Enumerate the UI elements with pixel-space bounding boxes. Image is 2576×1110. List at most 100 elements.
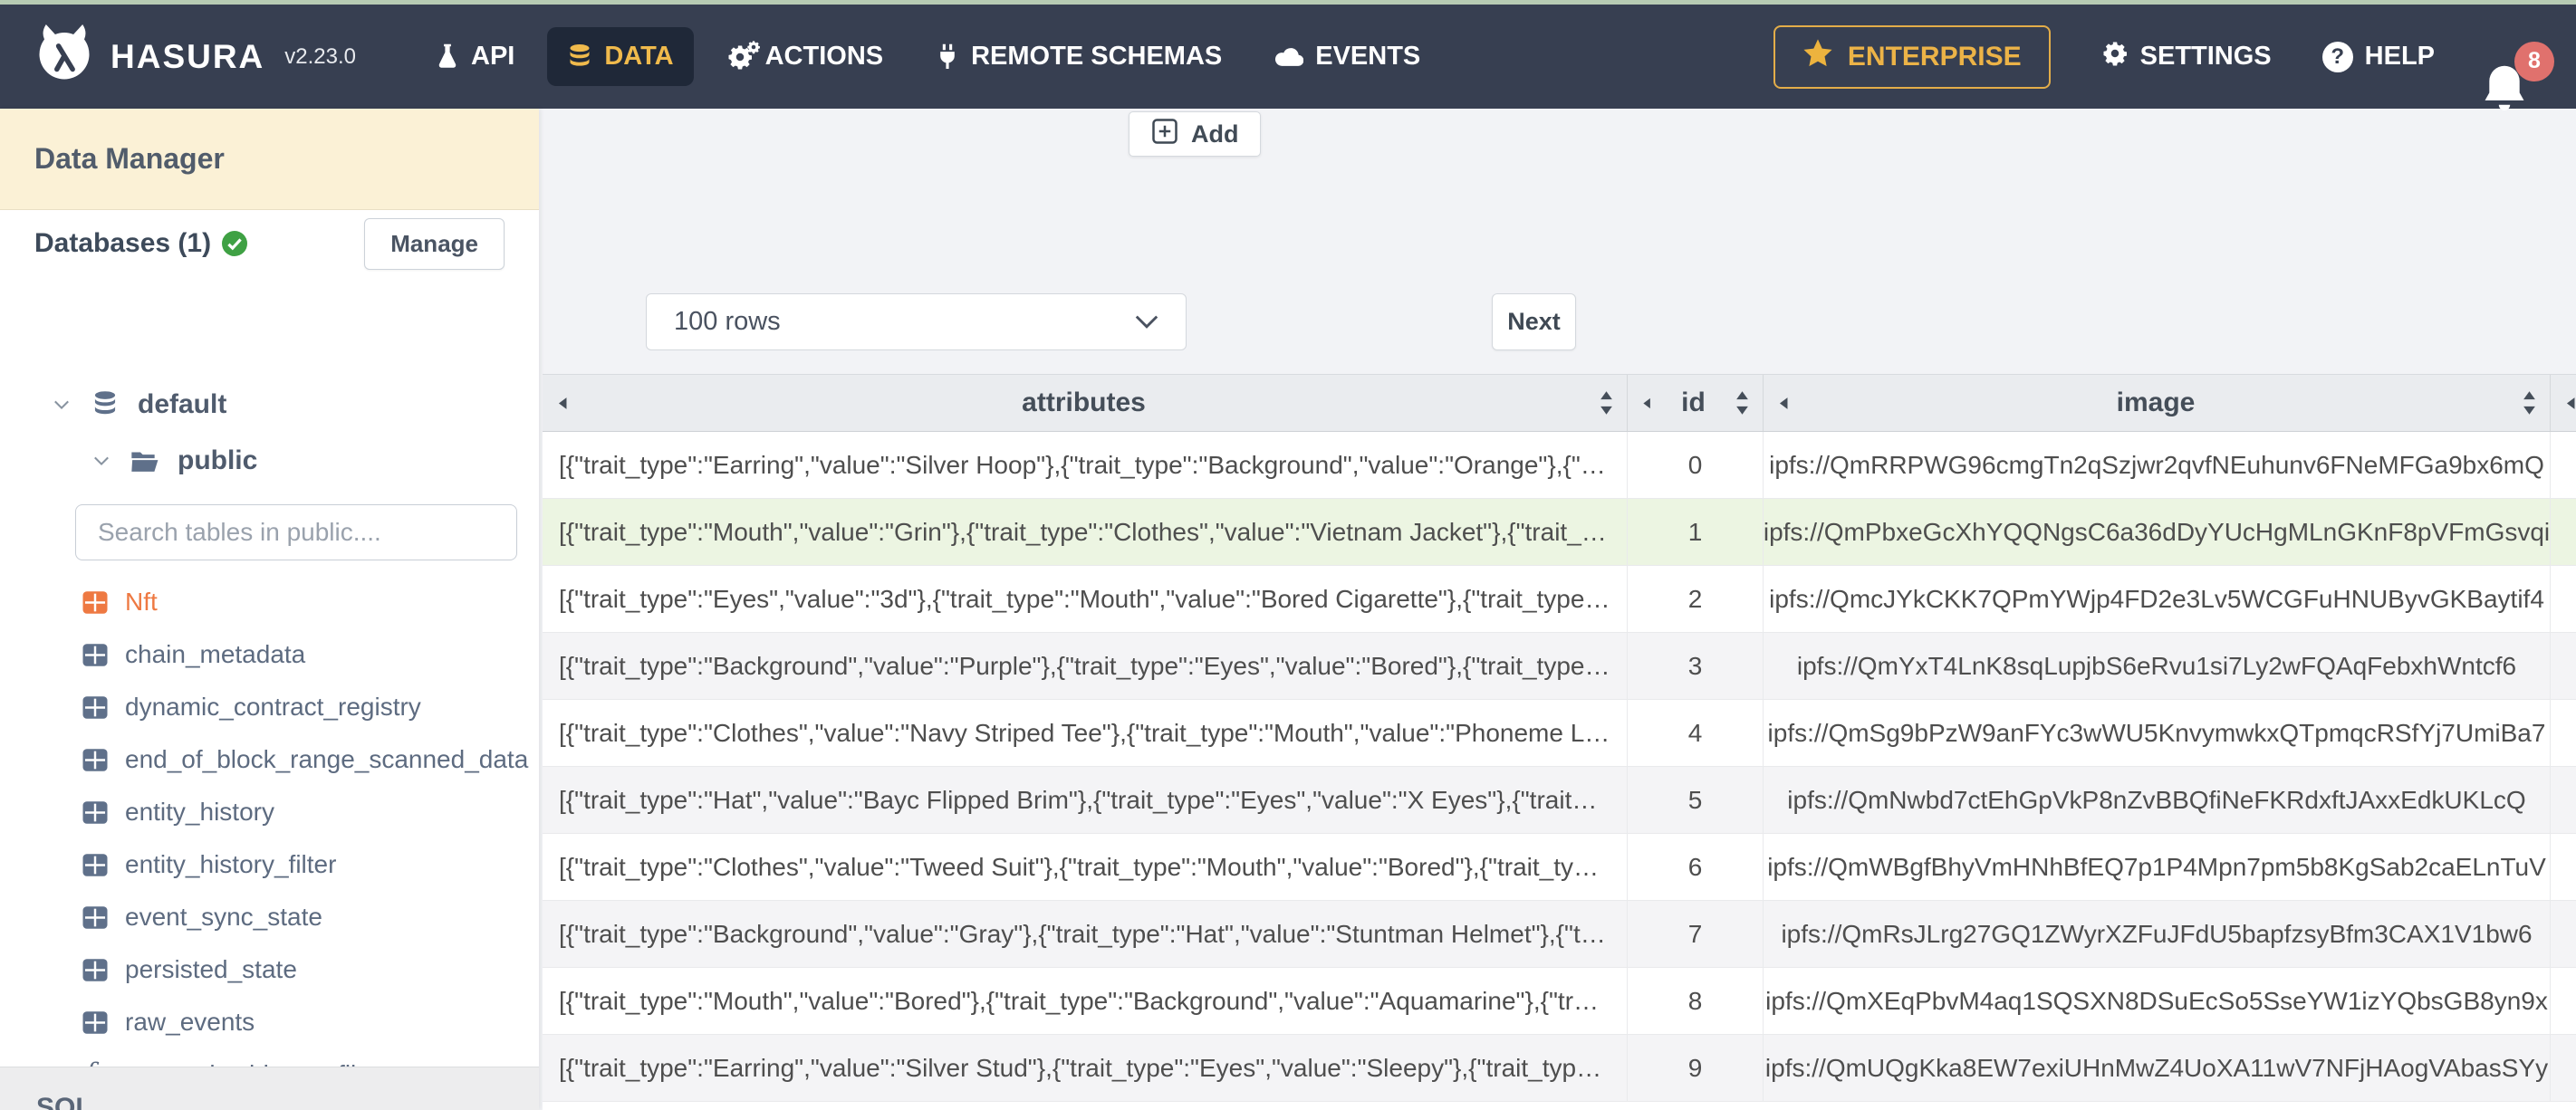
hasura-logo[interactable]: HASURA v2.23.0 (34, 23, 356, 91)
cell-id: 1 (1628, 499, 1764, 565)
sidebar-item-event_sync_state[interactable]: event_sync_state (80, 891, 533, 943)
notification-badge: 8 (2514, 41, 2554, 81)
next-page-button[interactable]: Next (1492, 293, 1576, 350)
table-row[interactable]: [{"trait_type":"Background","value":"Gra… (543, 901, 2576, 968)
help-label: HELP (2364, 42, 2435, 71)
cell-extra (2551, 432, 2576, 498)
tree-node-default[interactable]: default (51, 389, 226, 420)
page-title: Data Manager (34, 142, 225, 175)
nav-label: REMOTE SCHEMAS (971, 42, 1223, 71)
nav-item-api[interactable]: API (416, 27, 534, 86)
collapse-column-icon[interactable] (555, 396, 569, 411)
table-icon (80, 643, 111, 667)
search-input[interactable] (75, 504, 517, 560)
table-row-partial (543, 1102, 2576, 1110)
table-row[interactable]: [{"trait_type":"Earring","value":"Silver… (543, 432, 2576, 499)
table-row[interactable]: [{"trait_type":"Clothes","value":"Navy S… (543, 700, 2576, 767)
data-grid: attributes id image [{"trait_type":"Earr… (543, 374, 2576, 1110)
cell-extra (2551, 1035, 2576, 1101)
table-name: end_of_block_range_scanned_data (125, 745, 529, 773)
sidebar-item-dynamic_contract_registry[interactable]: dynamic_contract_registry (80, 681, 533, 733)
cell-attributes: [{"trait_type":"Earring","value":"Silver… (543, 432, 1628, 498)
table-icon (80, 1010, 111, 1035)
manage-button[interactable]: Manage (364, 217, 505, 270)
help-button[interactable]: ? HELP (2321, 41, 2435, 72)
table-name: persisted_state (125, 955, 297, 983)
column-header-partial[interactable] (2551, 375, 2576, 431)
table-row[interactable]: [{"trait_type":"Earring","value":"Silver… (543, 1035, 2576, 1102)
cell-extra (2551, 633, 2576, 699)
sidebar-item-Nft[interactable]: Nft (80, 576, 533, 628)
collapse-column-icon[interactable] (2563, 396, 2576, 411)
column-header-attributes[interactable]: attributes (543, 375, 1628, 431)
nav-item-actions[interactable]: ACTIONS (706, 27, 904, 86)
sidebar-item-entity_history_filter[interactable]: entity_history_filter (80, 838, 533, 891)
table-row[interactable]: [{"trait_type":"Hat","value":"Bayc Flipp… (543, 767, 2576, 834)
table-name: event_sync_state (125, 903, 322, 931)
sidebar: Data Manager Databases (1) Manage defaul… (0, 109, 539, 1110)
nav-item-data[interactable]: DATA (547, 27, 694, 86)
add-row-button[interactable]: Add (1129, 111, 1262, 157)
table-row[interactable]: [{"trait_type":"Clothes","value":"Tweed … (543, 834, 2576, 901)
chevron-down-icon[interactable] (51, 394, 72, 416)
cell-attributes: [{"trait_type":"Hat","value":"Bayc Flipp… (543, 767, 1628, 833)
sidebar-item-chain_metadata[interactable]: chain_metadata (80, 628, 533, 681)
sidebar-item-persisted_state[interactable]: persisted_state (80, 943, 533, 996)
table-row[interactable]: [{"trait_type":"Eyes","value":"3d"},{"tr… (543, 566, 2576, 633)
cell-attributes: [{"trait_type":"Mouth","value":"Grin"},{… (543, 499, 1628, 565)
table-row[interactable]: [{"trait_type":"Mouth","value":"Bored"},… (543, 968, 2576, 1035)
sidebar-footer[interactable]: SQL (0, 1067, 539, 1110)
cell-image: ipfs://QmSg9bPzW9anFYc3wWU5KnvymwkxQTpmq… (1764, 700, 2551, 766)
settings-label: SETTINGS (2139, 42, 2272, 71)
cell-attributes: [{"trait_type":"Eyes","value":"3d"},{"tr… (543, 566, 1628, 632)
collapse-column-icon[interactable] (1640, 397, 1652, 410)
table-name: dynamic_contract_registry (125, 693, 421, 721)
cell-image: ipfs://QmPbxeGcXhYQQNgsC6a36dDyYUcHgMLnG… (1764, 499, 2551, 565)
cell-id: 9 (1628, 1035, 1764, 1101)
collapse-column-icon[interactable] (1776, 396, 1790, 411)
sort-icon[interactable] (2522, 390, 2537, 416)
cell-extra (2551, 767, 2576, 833)
nav-label: EVENTS (1315, 42, 1421, 71)
table-icon (80, 905, 111, 930)
cell-extra (2551, 499, 2576, 565)
column-header-image[interactable]: image (1764, 375, 2551, 431)
cell-extra (2551, 901, 2576, 967)
cell-image: ipfs://QmWBgfBhyVmHNhBfEQ7p1P4Mpn7pm5b8K… (1764, 834, 2551, 900)
table-name: Nft (125, 588, 158, 616)
nav-item-remote-schemas[interactable]: REMOTE SCHEMAS (916, 27, 1242, 86)
tree-node-public[interactable]: public (91, 445, 257, 476)
column-header-id[interactable]: id (1628, 375, 1764, 431)
table-name: entity_history (125, 798, 274, 826)
rows-per-page-select[interactable]: 100 rows (646, 293, 1187, 350)
table-icon (80, 800, 111, 825)
cell-image: ipfs://QmUQgKka8EW7exiUHnMwZ4UoXA11wV7NF… (1764, 1035, 2551, 1101)
rows-select-value: 100 rows (674, 307, 781, 336)
flask-icon (436, 43, 459, 72)
table-name: entity_history_filter (125, 850, 337, 878)
chevron-down-icon[interactable] (91, 450, 112, 472)
table-icon (80, 958, 111, 982)
table-row[interactable]: [{"trait_type":"Mouth","value":"Grin"},{… (543, 499, 2576, 566)
notifications-button[interactable]: 8 (2485, 25, 2554, 110)
plug-icon (936, 43, 959, 72)
nav-item-events[interactable]: EVENTS (1254, 27, 1440, 86)
sql-section-label: SQL (36, 1093, 92, 1110)
table-list: Nft chain_metadata dynamic_contract_regist… (80, 576, 533, 1101)
cell-id: 2 (1628, 566, 1764, 632)
sidebar-item-entity_history[interactable]: entity_history (80, 786, 533, 838)
enterprise-button[interactable]: ENTERPRISE (1773, 24, 2051, 89)
cell-id: 7 (1628, 901, 1764, 967)
table-name: raw_events (125, 1008, 255, 1036)
sort-icon[interactable] (1735, 390, 1750, 416)
sidebar-item-raw_events[interactable]: raw_events (80, 996, 533, 1048)
table-row[interactable]: [{"trait_type":"Background","value":"Pur… (543, 633, 2576, 700)
main-nav: API DATA ACTIONS REMOTE SCHEMAS EVENTS (416, 27, 1440, 86)
cell-image: ipfs://QmRRPWG96cmgTn2qSzjwr2qvfNEuhunv6… (1764, 432, 2551, 498)
data-grid-header: attributes id image (543, 374, 2576, 432)
cell-extra (2551, 566, 2576, 632)
settings-button[interactable]: SETTINGS (2101, 40, 2272, 74)
column-label: image (2116, 388, 2196, 417)
sidebar-item-end_of_block_range_scanned_data[interactable]: end_of_block_range_scanned_data (80, 733, 533, 786)
sort-icon[interactable] (1599, 390, 1614, 416)
